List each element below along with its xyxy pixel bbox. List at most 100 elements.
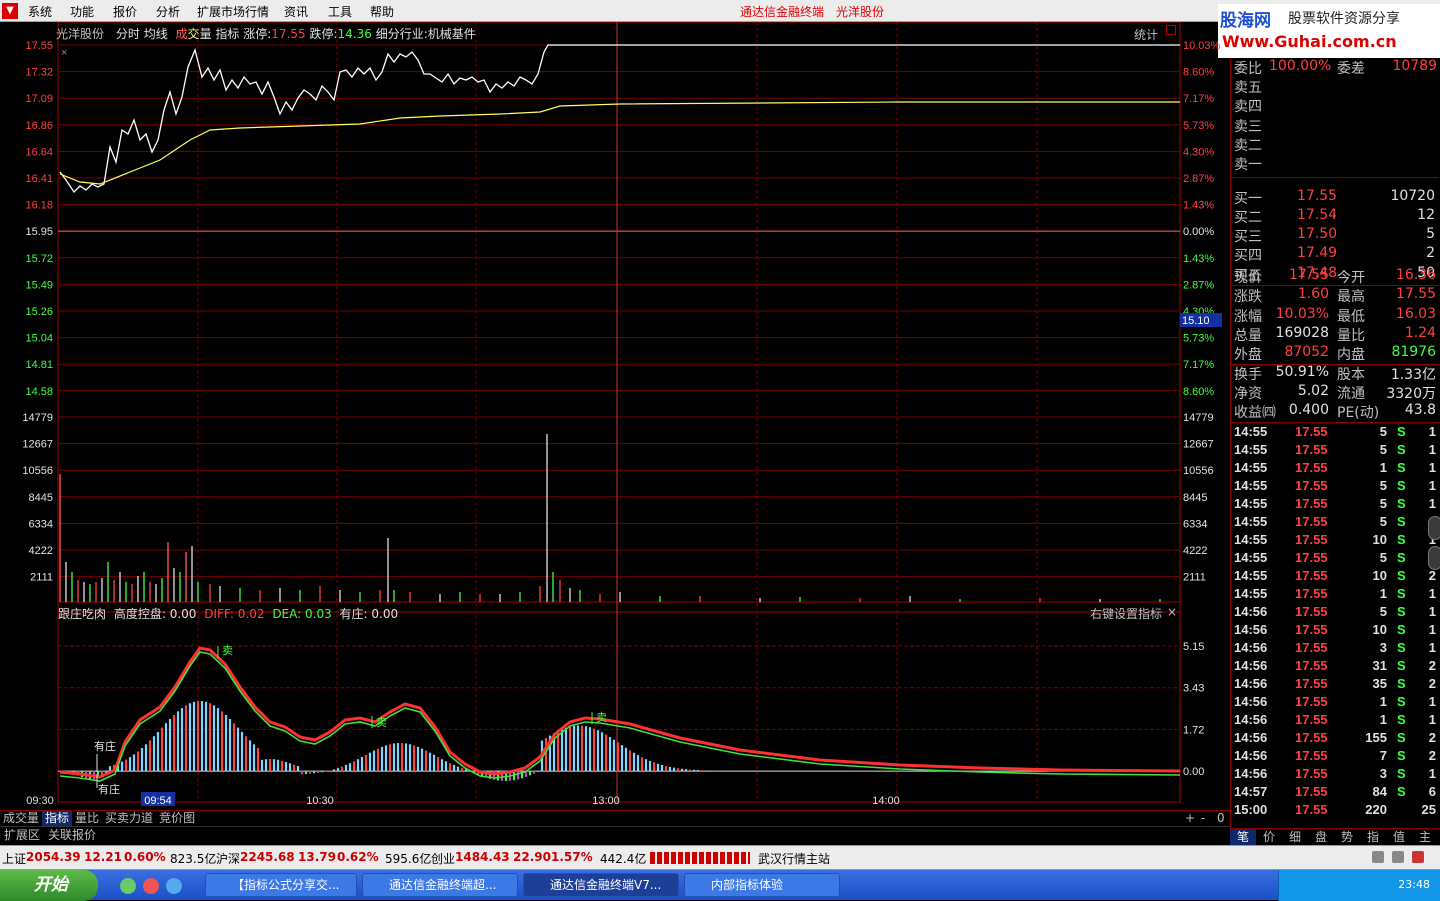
buy-level-row[interactable]: 买四 17.49 2 (1231, 245, 1439, 264)
vol-label-3[interactable]: 量 (200, 27, 212, 41)
tick-row[interactable]: 14:5517.555S1 (1231, 514, 1439, 532)
tab-trades[interactable]: 笔 (1230, 829, 1256, 845)
sell-level-row[interactable]: 卖五 (1231, 77, 1439, 96)
tick-row[interactable]: 14:5517.555S1 (1231, 496, 1439, 514)
menu-item-extended-market[interactable]: 扩展市场行情 (197, 3, 269, 20)
tab-extension[interactable]: 扩展区 (0, 827, 44, 843)
tab-related-quotes[interactable]: 关联报价 (44, 827, 100, 843)
tick-row[interactable]: 14:5517.555S1 (1231, 442, 1439, 460)
tick-row[interactable]: 14:56 17.55 31 S 2 (1231, 658, 1439, 676)
tick-row[interactable]: 15:00 17.55 220 25 (1231, 802, 1439, 820)
tab-value[interactable]: 值 (1386, 829, 1412, 845)
zoom-in-button[interactable]: + (1182, 811, 1198, 827)
status-tray-icon-3[interactable] (1412, 851, 1424, 863)
sell-level-row[interactable]: 卖四 (1231, 96, 1439, 115)
taskbar-item-label: 通达信金融终端超... (389, 878, 497, 892)
status-tray-icon-2[interactable] (1392, 851, 1404, 863)
buy-level-row[interactable]: 买二 17.54 12 (1231, 207, 1439, 226)
tick-row[interactable]: 14:5517.555S1 (1231, 424, 1439, 442)
menu-item-tools[interactable]: 工具 (328, 3, 352, 20)
tick-row[interactable]: 14:5517.555S1 (1231, 478, 1439, 496)
sell-level-row[interactable]: 卖三 (1231, 116, 1439, 135)
quicklaunch-icon-2[interactable] (143, 878, 159, 894)
vol-label-1[interactable]: 成 (176, 27, 188, 41)
tab-buy-sell-power[interactable]: 买卖力道 (102, 811, 156, 827)
indicator-close-icon[interactable]: × (1167, 605, 1177, 619)
tab-auction[interactable]: 竞价图 (156, 811, 198, 827)
tab-junxian[interactable]: 均线 (144, 27, 168, 41)
tab-trend[interactable]: 势 (1334, 829, 1360, 845)
tick-row[interactable]: 14:56 17.55 1 S 1 (1231, 712, 1439, 730)
quicklaunch-icon[interactable] (120, 878, 136, 894)
tick-row[interactable]: 14:56 17.55 5 S 1 (1231, 604, 1439, 622)
indicator-settings-hint[interactable]: 右键设置指标 (1090, 605, 1162, 622)
buy-level-row[interactable]: 买一 17.55 10720 (1231, 188, 1439, 207)
tab-price[interactable]: 价 (1256, 829, 1282, 845)
menu-item-quote[interactable]: 报价 (113, 3, 137, 20)
tick-row[interactable]: 14:56 17.55 1 S 1 (1231, 694, 1439, 712)
tick-row[interactable]: 14:5517.5510S1 (1231, 532, 1439, 550)
tick-volume: 3 (1379, 766, 1387, 781)
tick-volume: 5 (1379, 496, 1387, 511)
tab-fenshi[interactable]: 分时 (116, 27, 140, 41)
tick-row[interactable]: 14:56 17.55 155 S 2 (1231, 730, 1439, 748)
sell-level-label: 卖一 (1234, 157, 1262, 174)
tick-row[interactable]: 14:56 17.55 3 S 1 (1231, 766, 1439, 784)
menu-item-function[interactable]: 功能 (70, 3, 94, 20)
tick-side: S (1397, 460, 1406, 475)
taskbar-item-active[interactable]: 通达信金融终端V7... (523, 873, 679, 897)
close-panel-icon[interactable] (1166, 25, 1176, 35)
tick-row[interactable]: 14:55 17.55 10 S 2 (1231, 568, 1439, 586)
zoom-out-button[interactable]: - (1198, 811, 1208, 827)
tab-indicator-selected[interactable]: 指标 (42, 811, 73, 827)
quote-panel-tabs: 笔价细盘势指值主 (1230, 828, 1440, 845)
sh-index-label[interactable]: 上证 (2, 850, 26, 867)
tab-detail[interactable]: 细 (1282, 829, 1308, 845)
tab-board[interactable]: 盘 (1308, 829, 1334, 845)
tick-time: 14:55 (1234, 514, 1268, 529)
intraday-chart[interactable]: 17.55 10.03% 17.32 8.60% 17.09 7.17% 16.86 5.73… (0, 22, 1230, 810)
menu-item-system[interactable]: 系统 (28, 3, 52, 20)
scroll-button-icon-2[interactable] (1428, 546, 1440, 570)
tab-index[interactable]: 指 (1360, 829, 1386, 845)
tick-row[interactable]: 14:56 17.55 35 S 2 (1231, 676, 1439, 694)
reset-button[interactable]: 0 (1214, 811, 1228, 827)
vol-label-2[interactable]: 交 (188, 27, 200, 41)
tick-row[interactable]: 14:57 17.55 84 S 6 (1231, 784, 1439, 802)
menu-item-help[interactable]: 帮助 (370, 3, 394, 20)
tick-time: 14:56 (1234, 676, 1268, 691)
tab-indicator[interactable]: 指标 (215, 27, 239, 41)
tick-row[interactable]: 14:56 17.55 10 S 1 (1231, 622, 1439, 640)
menu-item-news[interactable]: 资讯 (284, 3, 308, 20)
taskbar-item[interactable]: 内部指标体验 (684, 873, 840, 897)
start-button[interactable]: 开始 (0, 870, 98, 901)
sell-level-row[interactable]: 卖二 (1231, 135, 1439, 154)
tick-row[interactable]: 14:55 17.55 1 S 1 (1231, 460, 1439, 478)
tick-row[interactable]: 14:55 17.55 1 S 1 (1231, 586, 1439, 604)
tray-clock[interactable]: 23:48 (1398, 878, 1430, 891)
chart-canvas[interactable]: 17.55 10.03% 17.32 8.60% 17.09 7.17% 16.86 5.73… (0, 22, 1230, 810)
quicklaunch-icon-3[interactable] (166, 878, 182, 894)
tick-row[interactable]: 14:56 17.55 3 S 1 (1231, 640, 1439, 658)
tick-row[interactable]: 14:56 17.55 7 S 2 (1231, 748, 1439, 766)
tab-volume[interactable]: 成交量 (0, 811, 42, 827)
scroll-button-icon[interactable] (1428, 516, 1440, 540)
taskbar-item[interactable]: 通达信金融终端超... (362, 873, 518, 897)
status-tray-icon[interactable] (1372, 851, 1384, 863)
indicator-name[interactable]: 跟庄吃肉 (58, 607, 106, 621)
tick-row[interactable]: 14:5517.555S1 (1231, 550, 1439, 568)
tongji-button[interactable]: 统计 (1134, 26, 1158, 43)
stat-label: 内盘 (1337, 347, 1365, 364)
cy-index-amount: 442.4亿 (600, 852, 647, 866)
menu-item-analysis[interactable]: 分析 (156, 3, 180, 20)
tick-time: 14:56 (1234, 658, 1268, 673)
tab-main[interactable]: 主 (1412, 829, 1438, 845)
server-station[interactable]: 武汉行情主站 (758, 850, 830, 867)
tab-volume-ratio[interactable]: 量比 (72, 811, 102, 827)
buy-level-row[interactable]: 买三 17.50 5 (1231, 226, 1439, 245)
cy-index-label[interactable]: 创业 (431, 850, 455, 867)
sell-level-row[interactable]: 卖一 (1231, 154, 1439, 173)
hs-index-label[interactable]: 沪深 (216, 850, 240, 867)
pct-tick-label: 2.87% (1183, 173, 1214, 185)
taskbar-item[interactable]: 【指标公式分享交... (205, 873, 357, 897)
